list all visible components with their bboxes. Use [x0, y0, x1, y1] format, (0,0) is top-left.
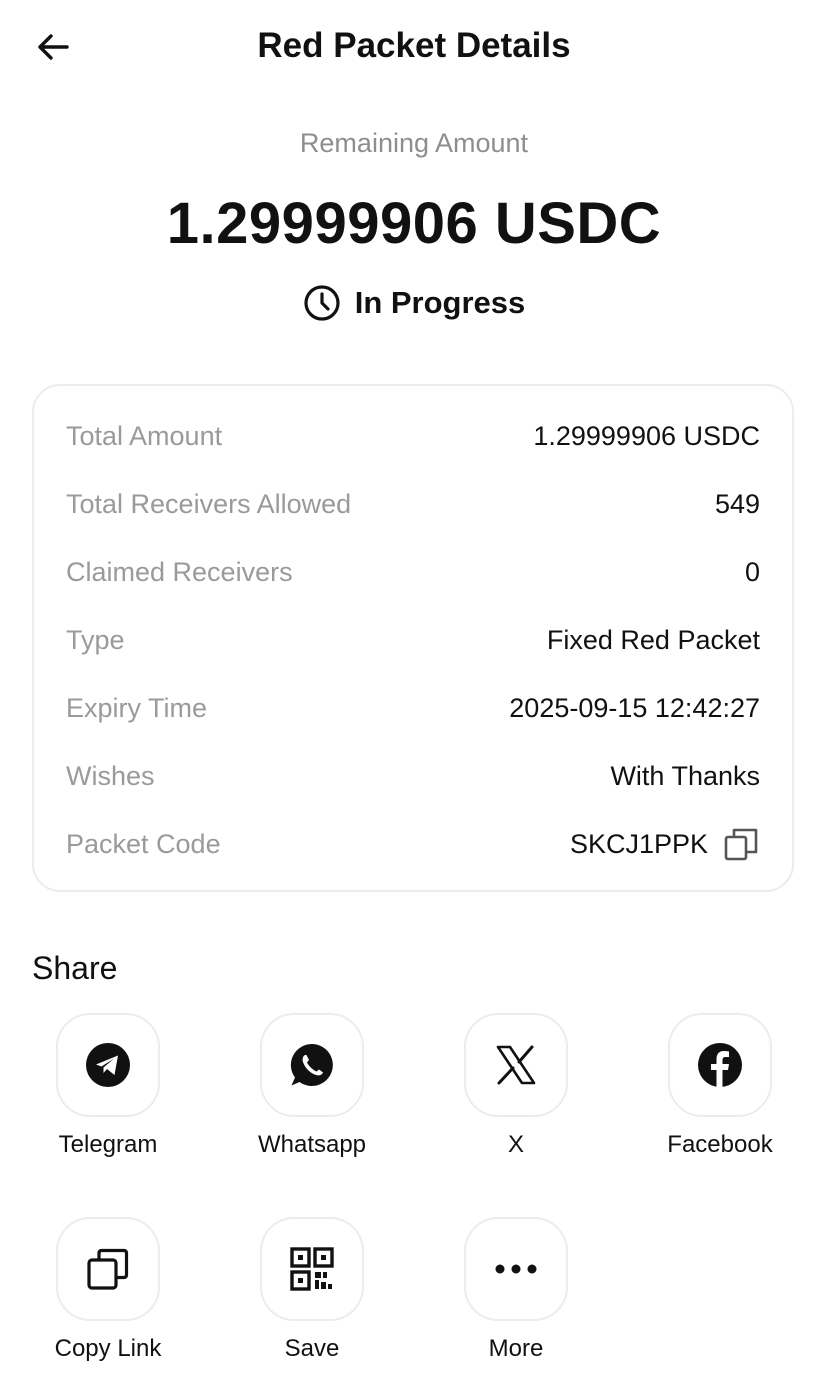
details-card: Total Amount 1.29999906 USDC Total Recei…: [32, 384, 794, 892]
copy-link-icon: [87, 1248, 129, 1290]
detail-row-total-amount: Total Amount 1.29999906 USDC: [66, 416, 760, 456]
share-whatsapp-button[interactable]: Whatsapp: [232, 1013, 392, 1159]
share-label: Whatsapp: [257, 1131, 367, 1158]
page-title: Red Packet Details: [257, 26, 571, 65]
detail-value: 549: [714, 488, 760, 519]
more-icon: [495, 1264, 537, 1274]
detail-label: Type: [66, 624, 125, 655]
detail-label: Packet Code: [66, 828, 221, 859]
share-label: X: [507, 1131, 524, 1158]
detail-value: 0: [744, 556, 760, 587]
share-icon-container: [56, 1217, 160, 1321]
share-icon-container: [56, 1013, 160, 1117]
share-label: Copy Link: [54, 1335, 162, 1362]
status-text: In Progress: [354, 285, 526, 320]
detail-value: 2025-09-15 12:42:27: [509, 692, 760, 723]
detail-label: Claimed Receivers: [66, 556, 293, 587]
qr-code-icon: [290, 1247, 334, 1291]
packet-code-text: SKCJ1PPK: [569, 828, 708, 859]
copy-link-button[interactable]: Copy Link: [28, 1217, 188, 1363]
copy-icon[interactable]: [722, 825, 760, 863]
detail-value: Fixed Red Packet: [546, 624, 760, 655]
clock-icon: [303, 284, 341, 322]
detail-label: Total Amount: [66, 420, 223, 451]
detail-row-type: Type Fixed Red Packet: [66, 620, 760, 660]
header: Red Packet Details: [0, 0, 828, 96]
share-icon-container: [464, 1013, 568, 1117]
detail-value-packet-code: SKCJ1PPK: [570, 825, 760, 863]
detail-row-expiry-time: Expiry Time 2025-09-15 12:42:27: [66, 688, 760, 728]
share-telegram-button[interactable]: Telegram: [28, 1013, 188, 1159]
detail-row-total-receivers: Total Receivers Allowed 549: [66, 484, 760, 524]
telegram-icon: [86, 1043, 130, 1087]
detail-label: Expiry Time: [66, 692, 208, 723]
detail-value: With Thanks: [610, 760, 760, 791]
share-icon-container: [260, 1013, 364, 1117]
share-icon-container: [260, 1217, 364, 1321]
whatsapp-icon: [290, 1043, 333, 1086]
detail-value: 1.29999906 USDC: [533, 420, 760, 451]
share-facebook-button[interactable]: Facebook: [640, 1013, 800, 1159]
detail-label: Wishes: [66, 760, 155, 791]
detail-label: Total Receivers Allowed: [66, 488, 352, 519]
remaining-amount-value: 1.29999906 USDC: [166, 191, 662, 256]
more-button[interactable]: More: [436, 1217, 596, 1363]
detail-row-packet-code: Packet Code SKCJ1PPK: [66, 824, 760, 864]
share-label: More: [488, 1335, 544, 1362]
share-label: Telegram: [58, 1131, 158, 1158]
share-section-title: Share: [32, 950, 118, 986]
save-qr-button[interactable]: Save: [232, 1217, 392, 1363]
share-x-button[interactable]: X: [436, 1013, 596, 1159]
status-indicator: In Progress: [0, 284, 828, 322]
detail-row-wishes: Wishes With Thanks: [66, 756, 760, 796]
x-icon: [496, 1045, 536, 1085]
share-icon-container: [668, 1013, 772, 1117]
share-label: Save: [284, 1335, 340, 1362]
detail-row-claimed-receivers: Claimed Receivers 0: [66, 552, 760, 592]
remaining-amount-label: Remaining Amount: [299, 128, 529, 158]
facebook-icon: [698, 1043, 742, 1087]
share-label: Facebook: [667, 1131, 773, 1158]
share-icon-container: [464, 1217, 568, 1321]
